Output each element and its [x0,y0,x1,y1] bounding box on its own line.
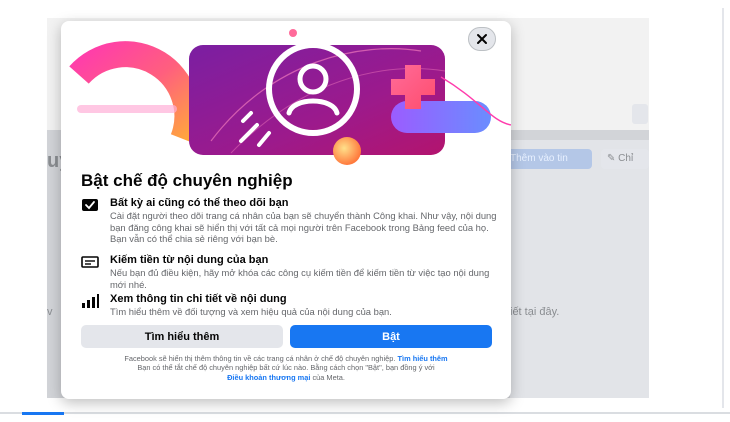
active-tab-indicator [22,412,64,415]
bottom-divider [0,412,730,414]
right-divider [722,8,724,408]
feature-desc-followers: Cài đặt người theo dõi trang cá nhân của… [110,210,497,245]
footer-learn-more-link[interactable]: Tìm hiểu thêm [398,354,448,363]
bar-chart-icon [82,294,99,308]
feature-title-monetize: Kiếm tiền từ nội dung của bạn [110,254,269,266]
add-to-story-button[interactable]: Thêm vào tin [506,149,592,169]
learn-more-button[interactable]: Tìm hiểu thêm [81,325,283,348]
page-right-column [510,140,649,398]
hero-illustration [69,29,511,165]
commercial-terms-link[interactable]: Điều khoản thương mại [227,373,310,382]
background-snippet-right: iết tại đây. [510,306,560,318]
edit-profile-button[interactable]: ✎ Chỉ [601,149,649,169]
edit-profile-label: Chỉ [618,153,634,164]
footer-text-1: Facebook sẽ hiển thị thêm thông tin về c… [124,354,396,363]
close-icon [477,34,487,44]
feature-title-followers: Bất kỳ ai cũng có thể theo dõi bạn [110,197,289,209]
professional-mode-dialog: Bật chế độ chuyên nghiệp Bất kỳ ai cũng … [61,21,511,399]
dialog-title: Bật chế độ chuyên nghiệp [81,171,293,190]
feature-item-followers: Bất kỳ ai cũng có thể theo dõi bạn Cài đ… [81,197,501,253]
feature-desc-insights: Tìm hiểu thêm về đối tượng và xem hiệu q… [110,306,392,317]
dialog-footer: Facebook sẽ hiển thị thêm thông tin về c… [79,354,493,382]
feature-desc-monetize: Nếu bạn đủ điều kiện, hãy mở khóa các cô… [110,267,490,290]
feature-title-insights: Xem thông tin chi tiết về nội dung [110,293,287,305]
footer-text-3: của Meta. [312,372,345,382]
money-icon [81,256,99,268]
cover-edit-button[interactable] [632,104,648,124]
close-button[interactable] [468,27,496,51]
check-feed-icon [82,199,98,211]
feature-item-monetize: Kiếm tiền từ nội dung của bạn Nếu bạn đủ… [81,254,501,290]
turn-on-button[interactable]: Bật [290,325,492,348]
background-snippet-left: v [47,306,53,318]
footer-text-2: Bạn có thể tắt chế độ chuyên nghiệp bất … [137,363,435,373]
feature-item-insights: Xem thông tin chi tiết về nội dung Tìm h… [81,293,501,319]
